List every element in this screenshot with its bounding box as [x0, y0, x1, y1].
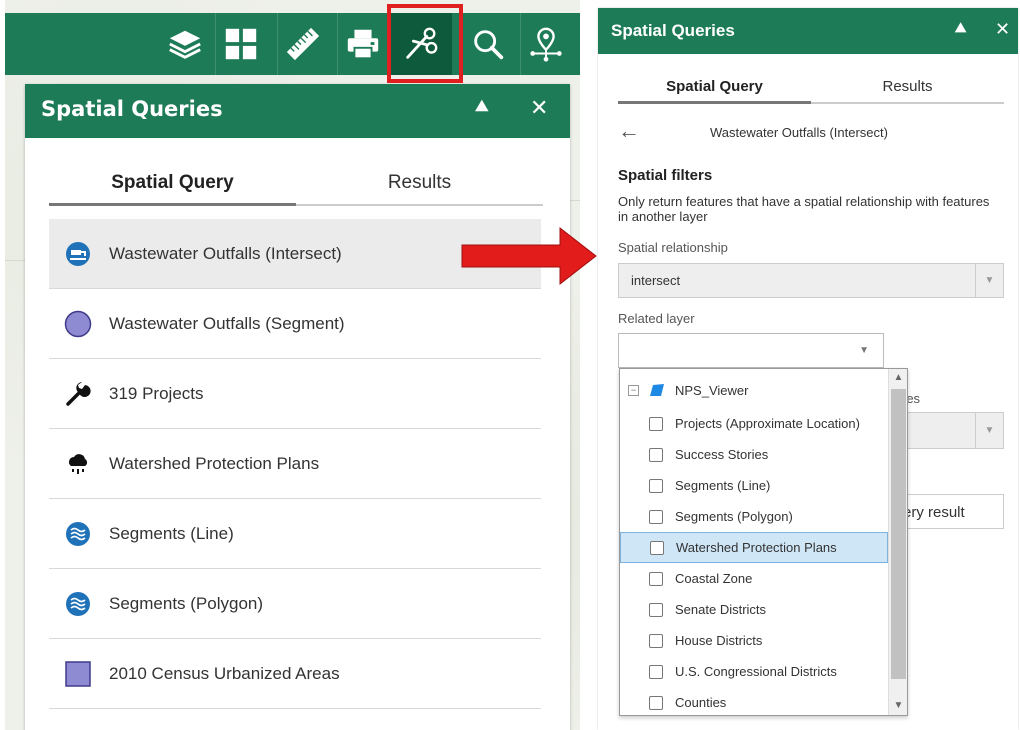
layer-option[interactable]: Segments (Polygon)	[620, 501, 888, 532]
left-screenshot: Spatial Queries ⯅ ✕ Spatial Query Result…	[5, 0, 580, 730]
measure-ruler-icon	[286, 27, 319, 61]
chevron-down-icon: ▼	[859, 345, 869, 356]
water-waves-icon	[63, 519, 93, 549]
close-icon[interactable]: ✕	[530, 95, 548, 121]
layer-group-label: NPS_Viewer	[675, 382, 749, 398]
spatial-relationship-value: intersect	[631, 273, 681, 288]
query-item-label: Segments (Polygon)	[109, 593, 264, 613]
purple-circle-icon	[63, 309, 93, 339]
back-arrow-icon[interactable]: ←	[618, 118, 640, 144]
layer-option[interactable]: Success Stories	[620, 439, 888, 470]
query-item-label: Wastewater Outfalls (Intersect)	[109, 243, 342, 263]
query-item-label: 319 Projects	[109, 383, 204, 403]
location-button[interactable]	[520, 13, 570, 75]
tab-results[interactable]: Results	[296, 166, 543, 206]
layer-option[interactable]: Counties	[620, 687, 888, 715]
scroll-up-icon[interactable]: ▲	[889, 369, 907, 387]
outfall-icon	[63, 239, 93, 269]
related-layer-label: Related layer	[618, 311, 695, 326]
basemap-gallery-button[interactable]	[215, 13, 265, 75]
collapse-icon[interactable]: ⯅	[473, 94, 491, 120]
purple-square-icon	[63, 659, 93, 689]
panel-title: Spatial Queries	[611, 21, 735, 40]
scrollbar-thumb[interactable]	[891, 389, 906, 679]
search-icon	[473, 30, 503, 60]
point-layer-icon	[649, 447, 663, 462]
dropdown-scrollbar[interactable]: ▲ ▼	[888, 369, 907, 715]
tab-results[interactable]: Results	[811, 74, 1004, 104]
spatial-filters-description: Only return features that have a spatial…	[618, 194, 990, 224]
print-button[interactable]	[337, 13, 387, 75]
line-layer-icon	[649, 478, 663, 493]
basemap-gallery-icon	[225, 28, 256, 60]
map-service-icon	[650, 384, 664, 396]
layer-option-selected[interactable]: Watershed Protection Plans	[620, 532, 888, 563]
layers-icon	[169, 30, 201, 59]
layer-option[interactable]: U.S. Congressional Districts	[620, 656, 888, 687]
spatial-queries-panel: Spatial Queries ⯅ ✕ Spatial Query Result…	[25, 84, 570, 730]
layers-button[interactable]	[160, 13, 210, 75]
polygon-layer-icon	[649, 695, 663, 710]
query-item-label: Segments (Line)	[109, 523, 234, 543]
point-layer-icon	[649, 416, 663, 431]
right-screenshot: Spatial Queries ⯅ ✕ Spatial Query Result…	[598, 8, 1018, 730]
query-item-segments-line[interactable]: Segments (Line)	[49, 499, 541, 569]
chevron-down-icon: ▼	[975, 264, 1003, 297]
panel-tabs: Spatial Query Results	[49, 166, 543, 206]
close-icon[interactable]: ✕	[995, 19, 1010, 40]
query-item-watershed-protection-plans[interactable]: Watershed Protection Plans	[49, 429, 541, 499]
panel-title: Spatial Queries	[41, 97, 223, 121]
water-waves-icon	[63, 589, 93, 619]
print-icon	[347, 29, 378, 60]
layer-option[interactable]: Coastal Zone	[620, 563, 888, 594]
spatial-query-tool-highlight	[387, 4, 463, 83]
measure-button[interactable]	[277, 13, 327, 75]
scroll-down-icon[interactable]: ▼	[889, 697, 907, 715]
panel-header: Spatial Queries ⯅ ✕	[25, 84, 570, 138]
wrench-icon	[63, 379, 93, 409]
tab-spatial-query[interactable]: Spatial Query	[618, 74, 811, 104]
spatial-relationship-label: Spatial relationship	[618, 240, 728, 255]
polygon-layer-icon	[649, 602, 663, 617]
rain-cloud-icon	[63, 449, 93, 479]
layer-option[interactable]: Segments (Line)	[620, 470, 888, 501]
location-pin-icon	[529, 27, 562, 62]
collapse-icon[interactable]: ⯅	[953, 19, 968, 41]
polygon-layer-icon	[649, 664, 663, 679]
collapse-tree-icon[interactable]: −	[628, 384, 639, 396]
red-arrow-annotation	[461, 226, 597, 286]
polygon-layer-icon	[650, 540, 664, 555]
query-result-button[interactable]: ery result	[898, 494, 1004, 529]
search-button[interactable]	[462, 13, 512, 75]
layer-option[interactable]: Projects (Approximate Location)	[620, 408, 888, 439]
panel-tabs: Spatial Query Results	[618, 74, 1004, 104]
query-item-label: Wastewater Outfalls (Segment)	[109, 313, 345, 333]
related-layer-dropdown: − NPS_Viewer Projects (Approximate Locat…	[619, 368, 908, 716]
query-item-label: 2010 Census Urbanized Areas	[109, 663, 340, 683]
chevron-down-icon: ▼	[975, 413, 1003, 448]
query-item-wastewater-segment[interactable]: Wastewater Outfalls (Segment)	[49, 289, 541, 359]
query-item-label: Watershed Protection Plans	[109, 453, 320, 473]
polygon-layer-icon	[649, 633, 663, 648]
polygon-layer-icon	[649, 509, 663, 524]
query-name: Wastewater Outfalls (Intersect)	[710, 125, 888, 140]
toolbar	[5, 13, 580, 75]
spatial-relationship-select[interactable]: intersect ▼	[618, 263, 1004, 298]
query-item-census-urbanized-areas[interactable]: 2010 Census Urbanized Areas	[49, 639, 541, 709]
related-layer-select[interactable]: ▼	[618, 333, 884, 368]
panel-header: Spatial Queries ⯅ ✕	[598, 8, 1018, 54]
spatial-filters-heading: Spatial filters	[618, 167, 713, 184]
partially-hidden-select[interactable]: ▼	[898, 412, 1004, 449]
query-item-segments-polygon[interactable]: Segments (Polygon)	[49, 569, 541, 639]
polygon-layer-icon	[649, 571, 663, 586]
layer-group-nps-viewer[interactable]: − NPS_Viewer	[620, 377, 748, 403]
layer-option[interactable]: Senate Districts	[620, 594, 888, 625]
query-item-319-projects[interactable]: 319 Projects	[49, 359, 541, 429]
layer-option[interactable]: House Districts	[620, 625, 888, 656]
tab-spatial-query[interactable]: Spatial Query	[49, 166, 296, 206]
